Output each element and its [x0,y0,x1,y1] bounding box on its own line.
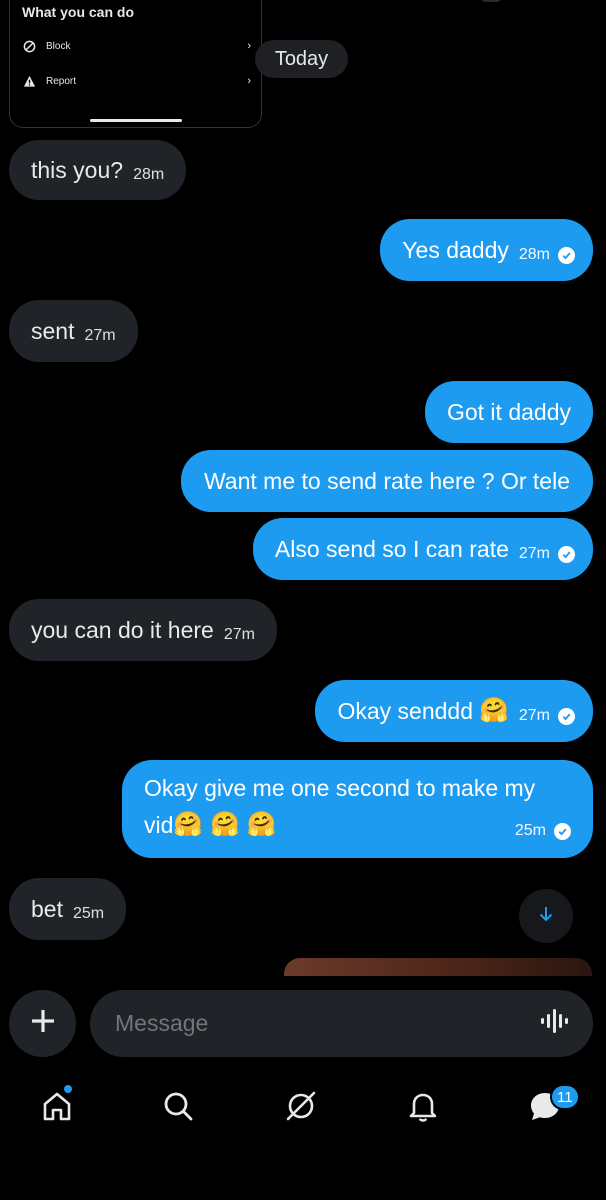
message-text: sent [31,318,75,344]
hugging-face-emoji: 🤗 🤗 🤗 [173,811,277,838]
message-outgoing[interactable]: Also send so I can rate 27m [252,518,593,580]
message-text: Okay give me one second to make my [144,775,536,801]
report-label: Report [46,75,77,87]
nav-grok[interactable] [271,1075,331,1141]
message-time: 27m [518,707,550,724]
voice-message-icon[interactable] [539,1007,571,1040]
message-incoming[interactable]: this you? 28m [9,140,187,200]
message-input[interactable]: Message [90,990,593,1057]
message-time: 27m [518,545,550,562]
message-incoming[interactable]: sent 27m [9,300,138,362]
message-text: Got it daddy [446,399,571,425]
plus-icon [30,1008,56,1039]
message-time: 27m [84,327,116,344]
read-receipt-icon [558,246,575,264]
message-text: you can do it here [31,617,214,643]
read-receipt-icon [558,545,575,563]
read-receipt-icon [554,822,571,840]
hugging-face-emoji: 🤗 [478,697,509,724]
message-text: Okay senddd [337,698,473,724]
warning-icon [22,74,36,88]
message-time: 27m [223,626,255,643]
nav-home[interactable] [27,1075,87,1141]
read-receipt-icon [558,707,575,725]
block-label: Block [46,40,71,52]
message-text: Want me to send rate here ? Or tele [203,468,570,494]
actions-heading: What you can do [22,4,134,20]
chevron-right-icon: › [247,75,251,87]
messages-unread-badge: 11 [550,1084,580,1110]
message-input-placeholder: Message [115,1010,209,1036]
chevron-right-icon: › [247,40,251,52]
message-text: vid [144,812,174,838]
search-icon [160,1088,196,1129]
nav-notifications[interactable] [393,1075,453,1141]
notification-dot [63,1084,73,1094]
media-attachment-preview[interactable] [284,958,592,976]
message-incoming[interactable]: bet 25m [9,878,127,940]
scroll-to-bottom-button[interactable] [519,889,573,943]
conversation-actions-card: What you can do Block › Report › [9,0,262,128]
message-time: 25m [514,822,546,839]
message-outgoing[interactable]: Want me to send rate here ? Or tele [180,450,593,512]
add-attachment-button[interactable] [9,990,76,1057]
message-time: 28m [133,166,165,183]
block-button[interactable]: Block › [22,35,251,57]
arrow-down-icon [536,904,556,929]
message-incoming[interactable]: you can do it here 27m [9,599,277,661]
message-outgoing[interactable]: Okay give me one second to make my vid 🤗… [122,760,593,858]
bell-icon [405,1088,441,1129]
message-text: bet [31,896,63,922]
message-outgoing[interactable]: Yes daddy 28m [380,219,593,281]
message-time: 25m [72,905,105,922]
message-text: this you? [31,157,124,183]
status-indicator [480,0,502,2]
nav-messages[interactable]: 11 [515,1075,580,1141]
report-button[interactable]: Report › [22,70,251,92]
block-icon [22,39,36,53]
message-text: Also send so I can rate [274,536,509,562]
grok-icon [283,1088,319,1129]
message-outgoing[interactable]: Got it daddy [424,381,593,443]
message-outgoing[interactable]: Okay senddd 🤗 27m [315,680,593,742]
nav-search[interactable] [148,1075,208,1141]
message-text: Yes daddy [402,237,509,263]
drag-handle[interactable] [90,119,182,122]
date-separator: Today [255,40,348,78]
message-time: 28m [518,246,550,263]
bottom-navigation: 11 [0,1075,606,1145]
